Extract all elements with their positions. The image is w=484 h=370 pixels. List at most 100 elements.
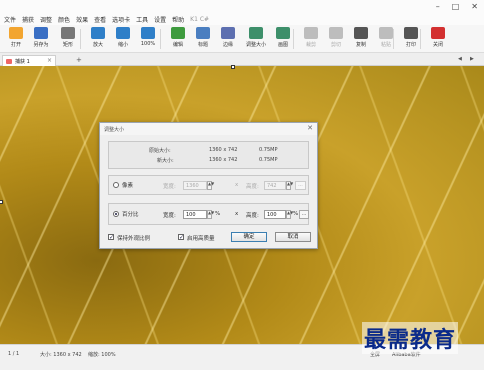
pixels-preset-button[interactable]: ...: [295, 181, 306, 190]
canvas-icon: [276, 27, 290, 39]
ok-button[interactable]: 确定: [231, 232, 267, 242]
save-as-tool-button[interactable]: 另存为: [28, 27, 54, 51]
pixels-width-label: 宽度:: [163, 184, 176, 190]
pixels-height-spinner[interactable]: ▲▼: [286, 181, 293, 190]
new-size-mp: 0.75MP: [259, 157, 278, 163]
paste-tool-button[interactable]: 粘贴: [373, 27, 399, 51]
tab-scroll-left-icon[interactable]: ◀: [458, 56, 462, 62]
copy-tool-button[interactable]: 复制: [348, 27, 374, 51]
edit-tool-button[interactable]: 编辑: [165, 27, 191, 51]
crop-tool-label: 裁剪: [305, 42, 316, 48]
menu-view[interactable]: 查看: [94, 15, 106, 24]
open-tool-button[interactable]: 打开: [3, 27, 29, 51]
tab-close-icon[interactable]: ×: [47, 57, 52, 64]
resize-tool-label: 调整大小: [245, 42, 266, 48]
copy-icon: [354, 27, 368, 39]
page-indicator: 1 / 1: [8, 351, 20, 357]
zoom-100-tool-button[interactable]: 100%: [135, 27, 161, 51]
zoom-in-tool-button[interactable]: 放大: [85, 27, 111, 51]
save-icon: [34, 27, 48, 39]
add-tab-button[interactable]: +: [76, 56, 82, 64]
percent-width-label: 宽度:: [163, 213, 176, 219]
pixels-width-field[interactable]: 1360: [183, 181, 207, 190]
cancel-button[interactable]: 取消: [275, 232, 311, 242]
tab-label: 捕获 1: [15, 59, 30, 65]
menu-file[interactable]: 文件: [4, 15, 16, 24]
percent-height-field[interactable]: 100: [264, 210, 286, 219]
toolbar-separator: [393, 29, 394, 49]
cut-tool-button[interactable]: 剪切: [323, 27, 349, 51]
keep-ratio-label: 保持外观比例: [117, 236, 151, 242]
paste-icon: [379, 27, 393, 39]
pixels-label: 像素: [122, 183, 134, 189]
size-info-box: 原始大小: 1360 x 742 0.75MP 新大小: 1360 x 742 …: [108, 141, 309, 169]
toolbar-separator: [293, 29, 294, 49]
pixels-x: x: [235, 182, 239, 188]
border-tool-button[interactable]: 边缘: [215, 27, 241, 51]
tab-capture-1[interactable]: 捕获 1 ×: [2, 55, 56, 66]
zoom-out-tool-button[interactable]: 缩小: [110, 27, 136, 51]
pixels-radio[interactable]: [113, 182, 119, 188]
percent-label: 百分比: [122, 212, 139, 218]
close-tool-label: 关闭: [432, 42, 443, 48]
percent-x: x: [235, 211, 239, 217]
toolbar-separator: [420, 29, 421, 49]
save-as-tool-label: 另存为: [33, 42, 49, 48]
rect-select-icon: [61, 27, 75, 39]
title-tool-label: 标题: [197, 42, 208, 48]
percent-height-unit: %: [293, 211, 299, 217]
toolbar: 打开 另存为 矩形 放大 缩小 100% 编辑 标题 边缘 调整大小 画图 裁剪 剪切 复制 粘贴 打印 关闭: [0, 25, 484, 53]
pixels-height-label: 高度:: [246, 184, 259, 190]
toolbar-separator: [80, 29, 81, 49]
minimize-button[interactable]: –: [436, 2, 440, 11]
resize-handle-top[interactable]: [231, 65, 235, 69]
high-quality-checkbox[interactable]: ✓: [178, 234, 184, 241]
close-tool-button[interactable]: 关闭: [425, 27, 451, 51]
percent-preset-button[interactable]: ...: [299, 210, 309, 219]
percent-height-label: 高度:: [246, 213, 259, 219]
percent-width-spinner[interactable]: ▲▼: [207, 210, 214, 219]
crop-tool-button[interactable]: 裁剪: [298, 27, 324, 51]
menu-settings[interactable]: 设置: [154, 15, 166, 24]
percent-width-field[interactable]: 100: [183, 210, 207, 219]
dialog-close-icon[interactable]: ✕: [307, 124, 313, 132]
menu-help[interactable]: 帮助: [172, 15, 184, 24]
keep-ratio-checkbox[interactable]: ✓: [108, 234, 114, 241]
pixels-group: 像素 宽度: 1360 ▲▼ x 高度: 742 ▲▼ ...: [108, 175, 309, 195]
original-size-value: 1360 x 742: [209, 147, 238, 153]
tab-scroll-right-icon[interactable]: ▶: [470, 56, 474, 62]
close-window-button[interactable]: ✕: [471, 2, 478, 11]
title-bar: – □ ✕: [0, 0, 484, 14]
pixels-height-field[interactable]: 742: [264, 181, 286, 190]
high-quality-label: 启用高质量: [187, 236, 215, 242]
menu-color[interactable]: 颜色: [58, 15, 70, 24]
cut-icon: [329, 27, 343, 39]
menu-effects[interactable]: 效果: [76, 15, 88, 24]
border-tool-label: 边缘: [222, 42, 233, 48]
resize-tool-button[interactable]: 调整大小: [243, 27, 269, 51]
title-tool-button[interactable]: 标题: [190, 27, 216, 51]
percent-height-spinner[interactable]: ▲▼: [286, 210, 293, 219]
image-size-status: 大小: 1360 x 742: [40, 352, 82, 358]
menu-tabs[interactable]: 选项卡: [112, 15, 130, 24]
percent-width-unit: %: [215, 211, 221, 217]
crop-icon: [304, 27, 318, 39]
menu-adjust[interactable]: 调整: [40, 15, 52, 24]
capture-icon: [6, 59, 12, 64]
new-size-label: 新大小:: [157, 158, 174, 164]
window-controls: – □ ✕: [436, 2, 478, 11]
new-size-value: 1360 x 742: [209, 157, 238, 163]
maximize-button[interactable]: □: [452, 2, 460, 11]
pixels-width-spinner[interactable]: ▲▼: [207, 181, 214, 190]
resize-icon: [249, 27, 263, 39]
original-size-mp: 0.75MP: [259, 147, 278, 153]
resize-handle-left[interactable]: [0, 200, 3, 204]
print-icon: [404, 27, 418, 39]
percent-group: 百分比 宽度: 100 ▲▼ % x 高度: 100 ▲▼ % ...: [108, 203, 309, 225]
rect-tool-button[interactable]: 矩形: [55, 27, 81, 51]
menu-capture[interactable]: 捕获: [22, 15, 34, 24]
menu-tools[interactable]: 工具: [136, 15, 148, 24]
percent-radio[interactable]: [113, 211, 119, 217]
zoom-in-icon: [91, 27, 105, 39]
title-icon: [196, 27, 210, 39]
